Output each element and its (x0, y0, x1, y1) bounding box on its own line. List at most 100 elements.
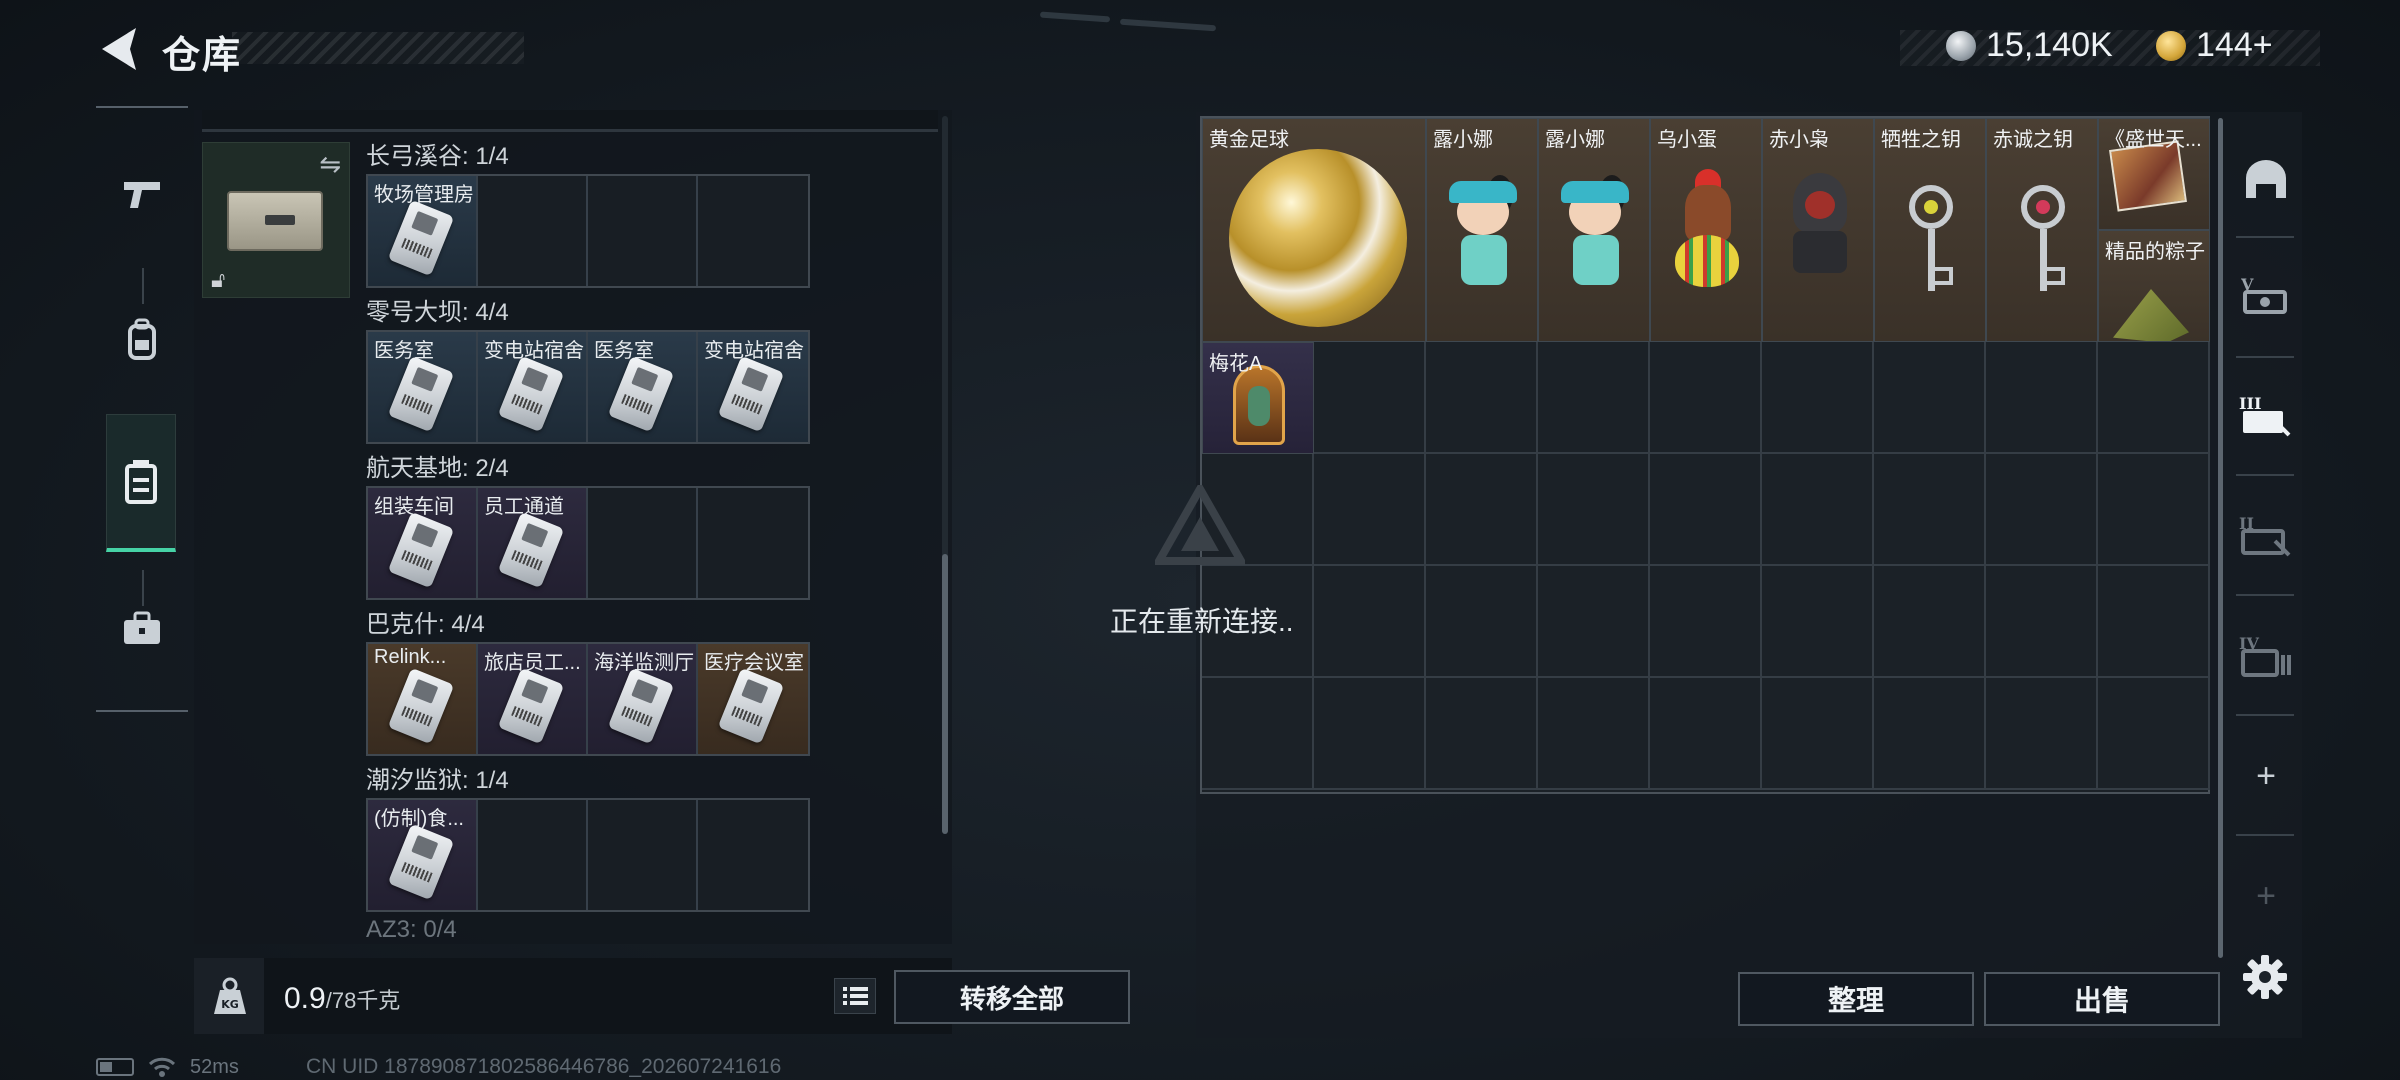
stash-tab-1[interactable]: V (2228, 246, 2304, 346)
key-card-slot[interactable]: 变电站宿舍 (478, 332, 588, 442)
back-button[interactable] (96, 24, 142, 74)
empty-key-slot[interactable] (588, 488, 698, 598)
grid-cell[interactable] (1426, 342, 1538, 454)
stash-item[interactable]: 赤小枭 (1762, 118, 1874, 342)
key-card-slot[interactable]: 员工通道 (478, 488, 588, 598)
nav-weapons[interactable] (96, 124, 188, 264)
stash-tab-4[interactable]: IV (2228, 606, 2304, 706)
grid-cell[interactable] (1650, 454, 1762, 566)
organize-button[interactable]: 整理 (1738, 972, 1974, 1026)
nav-container[interactable] (106, 414, 176, 552)
add-tab-button-disabled[interactable]: + (2228, 846, 2304, 946)
stash-item[interactable]: 赤诚之钥 (1986, 118, 2098, 342)
grid-cell[interactable] (1650, 678, 1762, 790)
grid-cell[interactable] (1762, 678, 1874, 790)
stash-item[interactable]: 黄金足球 (1202, 118, 1426, 342)
key-card-slot[interactable]: 医务室 (368, 332, 478, 442)
grid-cell[interactable] (1874, 566, 1986, 678)
sell-button[interactable]: 出售 (1984, 972, 2220, 1026)
key-card-slot[interactable]: 医疗会议室 (698, 644, 808, 754)
grid-cell[interactable] (1314, 454, 1426, 566)
stash-scrollbar[interactable] (2218, 118, 2223, 958)
add-tab-button[interactable]: + (2228, 726, 2304, 826)
nav-backpack[interactable] (96, 270, 188, 410)
key-card-icon (607, 355, 675, 433)
swap-icon[interactable]: ⇋ (319, 149, 341, 180)
key-card-slot[interactable]: 海洋监测厅 (588, 644, 698, 754)
grid-cell[interactable] (1538, 678, 1650, 790)
grid-cell[interactable] (1202, 678, 1314, 790)
key-card-label: 海洋监测厅 (594, 652, 694, 674)
grid-cell[interactable] (1426, 566, 1538, 678)
grid-cell[interactable] (2098, 454, 2210, 566)
empty-key-slot[interactable] (478, 176, 588, 286)
grid-cell[interactable] (1314, 342, 1426, 454)
safe-house-tab[interactable] (2228, 130, 2304, 230)
grid-cell[interactable] (2098, 566, 2210, 678)
empty-key-slot[interactable] (698, 488, 808, 598)
grid-cell[interactable] (2098, 342, 2210, 454)
stash-item[interactable]: 露小娜 (1538, 118, 1650, 342)
item-name: 牺牲之钥 (1881, 129, 1961, 151)
grid-cell[interactable] (1986, 454, 2098, 566)
list-icon (843, 987, 868, 1005)
list-view-button[interactable] (834, 978, 876, 1014)
grid-cell[interactable] (1538, 342, 1650, 454)
empty-key-slot[interactable] (698, 176, 808, 286)
key-card-label: 变电站宿舍 (704, 340, 804, 362)
key-card-slot[interactable]: Relink... (368, 644, 478, 754)
grid-cell[interactable] (1986, 342, 2098, 454)
stash-tab-1-icon: V (2241, 275, 2287, 314)
stash-item[interactable]: 乌小蛋 (1650, 118, 1762, 342)
wifi-icon (148, 1057, 176, 1077)
empty-key-slot[interactable] (478, 800, 588, 910)
empty-key-slot[interactable] (698, 800, 808, 910)
item-name: 梅花A (1209, 353, 1263, 375)
stash-tab-3[interactable]: II (2228, 486, 2304, 586)
grid-cell[interactable] (2098, 678, 2210, 790)
grid-cell[interactable] (1426, 678, 1538, 790)
empty-key-slot[interactable] (588, 800, 698, 910)
svg-text:III: III (2239, 394, 2261, 413)
gold-amount: 144+ (2196, 26, 2273, 64)
key-card-slot[interactable]: 牧场管理房 (368, 176, 478, 286)
grid-cell[interactable] (1426, 454, 1538, 566)
storage-scrollbar[interactable] (942, 554, 948, 834)
key-card-slot[interactable]: (仿制)食... (368, 800, 478, 910)
container-icon (125, 459, 157, 504)
grid-cell[interactable] (1986, 566, 2098, 678)
nav-briefcase[interactable] (96, 558, 188, 698)
grid-cell[interactable] (1538, 566, 1650, 678)
stash-item[interactable]: 《盛世天... (2098, 118, 2210, 230)
grid-cell[interactable] (1314, 678, 1426, 790)
grid-cell[interactable] (1762, 342, 1874, 454)
settings-gear-icon[interactable] (2242, 954, 2288, 1000)
grid-cell[interactable] (1538, 454, 1650, 566)
add-tab-icon: + (2256, 756, 2276, 795)
transfer-all-button[interactable]: 转移全部 (894, 970, 1130, 1024)
gold-currency[interactable]: 144+ (2156, 26, 2273, 65)
grid-cell[interactable] (1314, 566, 1426, 678)
grid-cell[interactable] (1650, 566, 1762, 678)
stash-item[interactable]: 露小娜 (1426, 118, 1538, 342)
grid-cell[interactable] (1874, 454, 1986, 566)
stash-tab-2[interactable]: III (2228, 366, 2304, 466)
grid-cell[interactable] (1762, 566, 1874, 678)
grid-cell[interactable] (1874, 678, 1986, 790)
stash-item[interactable]: 精品的粽子 (2098, 230, 2210, 342)
stash-item[interactable]: 梅花A (1202, 342, 1314, 454)
key-card-slot[interactable]: 旅店员工... (478, 644, 588, 754)
gold-coin-icon (2156, 30, 2186, 61)
key-card-slot[interactable]: 变电站宿舍 (698, 332, 808, 442)
grid-cell[interactable] (1986, 678, 2098, 790)
empty-key-slot[interactable] (588, 176, 698, 286)
category-nav (96, 106, 188, 712)
grid-cell[interactable] (1874, 342, 1986, 454)
key-card-slot[interactable]: 组装车间 (368, 488, 478, 598)
key-card-slot[interactable]: 医务室 (588, 332, 698, 442)
stash-item[interactable]: 牺牲之钥 (1874, 118, 1986, 342)
key-case-container[interactable]: ⇋ 🔓︎ (202, 142, 350, 298)
grid-cell[interactable] (1762, 454, 1874, 566)
grid-cell[interactable] (1650, 342, 1762, 454)
status-bar: 52ms (96, 1056, 239, 1078)
